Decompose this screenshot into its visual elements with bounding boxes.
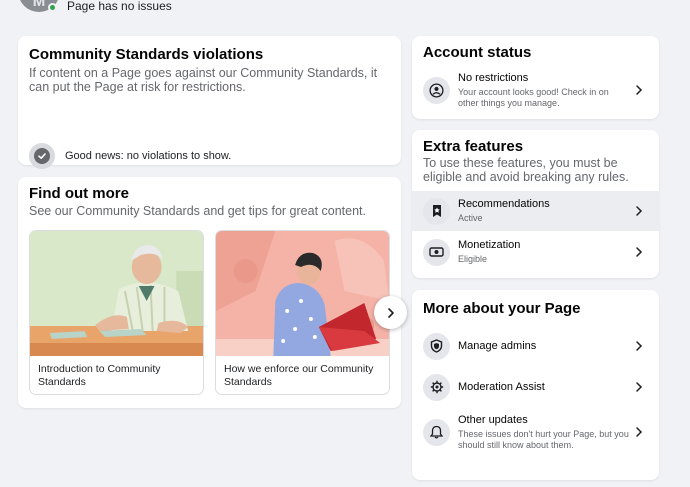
more-about-page-card: More about your Page Manage admins Moder… [412,290,659,480]
chevron-right-icon [629,84,649,96]
find-out-more-card: Find out more See our Community Standard… [18,177,407,408]
violations-status-text: Good news: no violations to show. [65,150,232,162]
avatar[interactable]: M [18,0,60,12]
chevron-right-icon [629,205,649,217]
article-card-introduction[interactable]: Introduction to Community Standards [29,230,204,395]
no-restrictions-desc: Your account looks good! Check in on oth… [458,86,609,108]
violations-status-row: Good news: no violations to show. [29,143,231,169]
page-header: M Page has no issues [0,0,690,20]
article-caption: How we enforce our Community Standards [224,363,374,388]
shield-icon [423,332,450,360]
monetization-row[interactable]: Monetization Eligible [412,232,659,272]
article-caption: Introduction to Community Standards [38,363,161,388]
recommendations-icon [423,197,450,225]
bell-icon [423,418,450,446]
monetization-icon [423,238,450,266]
recommendations-title: Recommendations [458,198,550,210]
check-icon [29,143,55,169]
article-card-enforcement[interactable]: How we enforce our Community Standards [215,230,390,395]
extra-features-card: Extra features To use these features, yo… [412,130,659,278]
violations-description: If content on a Page goes against our Co… [29,66,378,94]
recommendations-status: Active [458,213,483,223]
no-restrictions-row[interactable]: No restrictions Your account looks good!… [412,69,659,111]
carousel-next-button[interactable] [374,296,407,329]
moderation-assist-title: Moderation Assist [458,381,545,393]
account-icon [423,76,450,104]
article-illustration-man-reading [30,231,203,356]
manage-admins-row[interactable]: Manage admins [412,328,659,364]
chevron-right-icon [629,340,649,352]
article-illustration-woman-laptop [216,231,389,356]
page-status-text: Page has no issues [67,0,172,13]
manage-admins-title: Manage admins [458,340,537,352]
extra-features-subtitle: To use these features, you must be eligi… [423,156,629,184]
account-status-title: Account status [423,44,532,61]
chevron-right-icon [629,426,649,438]
chevron-right-icon [387,307,394,318]
monetization-status: Eligible [458,254,488,264]
chevron-right-icon [629,381,649,393]
monetization-title: Monetization [458,239,521,251]
no-restrictions-title: No restrictions [458,71,529,84]
recommendations-row[interactable]: Recommendations Active [412,191,659,231]
online-status-dot [48,3,57,12]
other-updates-row[interactable]: Other updates These issues don't hurt yo… [412,411,659,453]
find-out-more-title: Find out more [29,185,129,202]
gear-icon [423,373,450,401]
extra-features-title: Extra features [423,138,524,155]
other-updates-desc: These issues don't hurt your Page, but y… [458,428,629,450]
chevron-right-icon [629,246,649,258]
find-out-more-subtitle: See our Community Standards and get tips… [29,204,366,218]
moderation-assist-row[interactable]: Moderation Assist [412,369,659,405]
more-about-title: More about your Page [423,300,581,317]
other-updates-title: Other updates [458,413,528,426]
violations-card: Community Standards violations If conten… [18,36,401,169]
account-status-card: Account status No restrictions Your acco… [412,36,659,119]
violations-title: Community Standards violations [29,46,264,63]
